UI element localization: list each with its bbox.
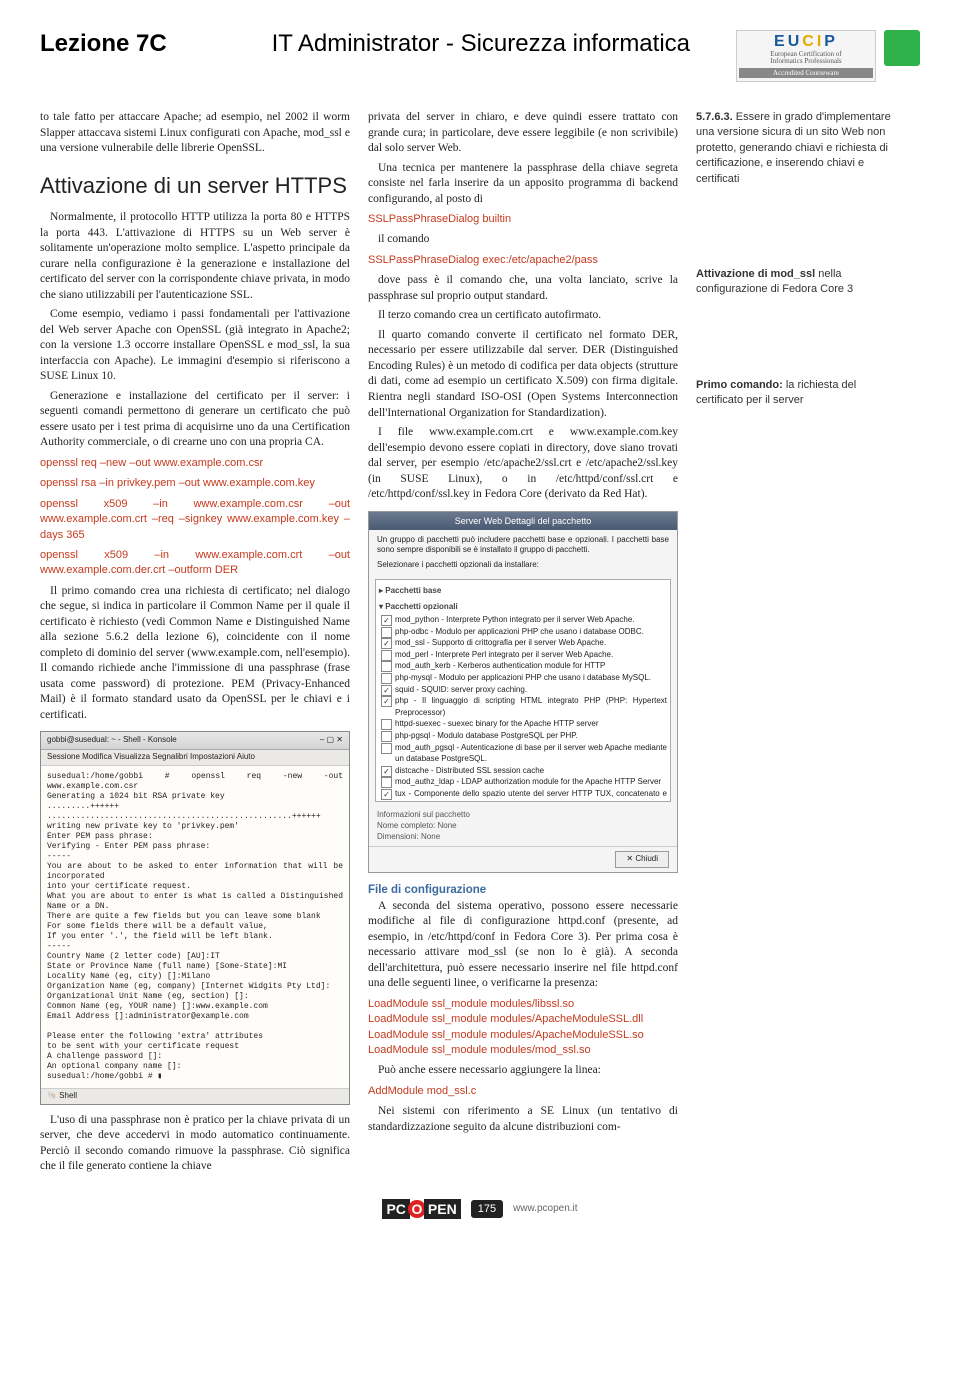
package-dialog-desc: Un gruppo di pacchetti può includere pac… <box>369 530 677 575</box>
konsole-title: gobbi@susedual: ~ - Shell - Konsole <box>47 735 177 746</box>
package-list-item[interactable]: mod_auth_pgsql - Autenticazione di base … <box>379 742 667 765</box>
section-heading-https: Attivazione di un server HTTPS <box>40 171 350 201</box>
package-list-item[interactable]: distcache - Distributed SSL session cach… <box>379 765 667 777</box>
body-para: Normalmente, il protocollo HTTP utilizza… <box>40 210 350 303</box>
footer-url: www.pcopen.it <box>513 1203 577 1214</box>
sidebar-note-2: Attivazione di mod_ssl nella configurazi… <box>696 267 896 298</box>
package-list-item[interactable]: mod_authz_ldap - LDAP authorization modu… <box>379 776 667 788</box>
green-tab-icon <box>884 30 920 66</box>
body-para: Può anche essere necessario aggiungere l… <box>368 1063 678 1079</box>
command-text: openssl x509 –in www.example.com.crt –ou… <box>40 548 350 579</box>
sidebar-note-3: Primo comando: la richiesta del certific… <box>696 378 896 409</box>
body-para: Nei sistemi con riferimento a SE Linux (… <box>368 1104 678 1135</box>
body-para: L'uso di una passphrase non è pratico pe… <box>40 1113 350 1175</box>
page-header: Lezione 7C IT Administrator - Sicurezza … <box>40 30 920 82</box>
body-para: A seconda del sistema operativo, possono… <box>368 899 678 992</box>
body-para: Il quarto comando converte il certificat… <box>368 328 678 421</box>
package-list-item[interactable]: tux - Componente dello spazio utente del… <box>379 788 667 802</box>
body-para: il comando <box>368 232 678 248</box>
body-para: Una tecnica per mantenere la passphrase … <box>368 161 678 208</box>
package-info: Informazioni sul pacchetto Nome completo… <box>369 806 677 846</box>
konsole-status: 🐚 Shell <box>41 1088 349 1104</box>
package-list-item[interactable]: mod_perl - Interprete Perl integrato per… <box>379 649 667 661</box>
intro-para: to tale fatto per attaccare Apache; ad e… <box>40 110 350 157</box>
package-dialog-screenshot: Server Web Dettagli del pacchetto Un gru… <box>368 511 678 874</box>
command-text: SSLPassPhraseDialog exec:/etc/apache2/pa… <box>368 253 678 268</box>
package-list-item[interactable]: php-odbc - Modulo per applicazioni PHP c… <box>379 626 667 638</box>
page-footer: PCOPEN 175 www.pcopen.it <box>40 1199 920 1219</box>
subhead-config: File di configurazione <box>368 883 678 899</box>
sidebar-column: 5.7.6.3. Essere in grado d'implementare … <box>696 110 896 1179</box>
package-list-item[interactable]: mod_python - Interprete Python integrato… <box>379 614 667 626</box>
package-list-item[interactable]: mod_ssl - Supporto di crittografia per i… <box>379 637 667 649</box>
body-para: privata del server in chiaro, e deve qui… <box>368 110 678 157</box>
body-para: Il primo comando crea una richiesta di c… <box>40 584 350 724</box>
package-list-item[interactable]: httpd-suexec - suexec binary for the Apa… <box>379 718 667 730</box>
close-button[interactable]: ✕ Chiudi <box>615 851 669 868</box>
sidebar-note-1: 5.7.6.3. Essere in grado d'implementare … <box>696 110 896 187</box>
command-text: openssl rsa –in privkey.pem –out www.exa… <box>40 476 350 491</box>
package-list-item[interactable]: mod_auth_kerb - Kerberos authentication … <box>379 660 667 672</box>
package-group-optional: ▾ Pacchetti opzionali <box>379 599 667 615</box>
page-title: IT Administrator - Sicurezza informatica <box>272 30 690 58</box>
command-text: openssl req –new –out www.example.com.cs… <box>40 456 350 471</box>
body-para: Il terzo comando crea un certificato aut… <box>368 308 678 324</box>
package-list-item[interactable]: php-pgsql - Modulo database PostgreSQL p… <box>379 730 667 742</box>
konsole-body: susedual:/home/gobbi # openssl req -new … <box>41 766 349 1088</box>
page-number: 175 <box>471 1200 503 1218</box>
konsole-titlebar: gobbi@susedual: ~ - Shell - Konsole – ▢ … <box>41 732 349 750</box>
eucip-badge: EUCIP European Certification of Informat… <box>736 30 876 82</box>
package-list-item[interactable]: php-mysql - Modulo per applicazioni PHP … <box>379 672 667 684</box>
body-para: Come esempio, vediamo i passi fondamenta… <box>40 307 350 385</box>
command-text: AddModule mod_ssl.c <box>368 1084 678 1099</box>
package-list-item[interactable]: squid - SQUID: server proxy caching. <box>379 684 667 696</box>
konsole-screenshot: gobbi@susedual: ~ - Shell - Konsole – ▢ … <box>40 731 350 1104</box>
package-list-item[interactable]: php - Il linguaggio di scripting HTML in… <box>379 695 667 718</box>
lesson-label: Lezione 7C <box>40 30 167 58</box>
command-text: openssl x509 –in www.example.com.csr –ou… <box>40 497 350 543</box>
package-dialog-title: Server Web Dettagli del pacchetto <box>369 512 677 530</box>
package-group-base: ▸ Pacchetti base <box>379 583 667 599</box>
package-list: ▸ Pacchetti base ▾ Pacchetti opzionali m… <box>375 579 671 802</box>
header-badges: EUCIP European Certification of Informat… <box>736 30 920 82</box>
middle-column: privata del server in chiaro, e deve qui… <box>368 110 678 1179</box>
window-controls-icon: – ▢ ✕ <box>320 735 343 746</box>
body-para: Generazione e installazione del certific… <box>40 389 350 451</box>
command-text: LoadModule ssl_module modules/libssl.so … <box>368 997 678 1059</box>
konsole-menubar: Sessione Modifica Visualizza Segnalibri … <box>41 750 349 766</box>
body-para: dove pass è il comando che, una volta la… <box>368 273 678 304</box>
left-column: to tale fatto per attaccare Apache; ad e… <box>40 110 350 1179</box>
body-para: I file www.example.com.crt e www.example… <box>368 425 678 503</box>
command-text: SSLPassPhraseDialog builtin <box>368 212 678 227</box>
pcopen-logo-icon: PCOPEN <box>382 1199 460 1219</box>
